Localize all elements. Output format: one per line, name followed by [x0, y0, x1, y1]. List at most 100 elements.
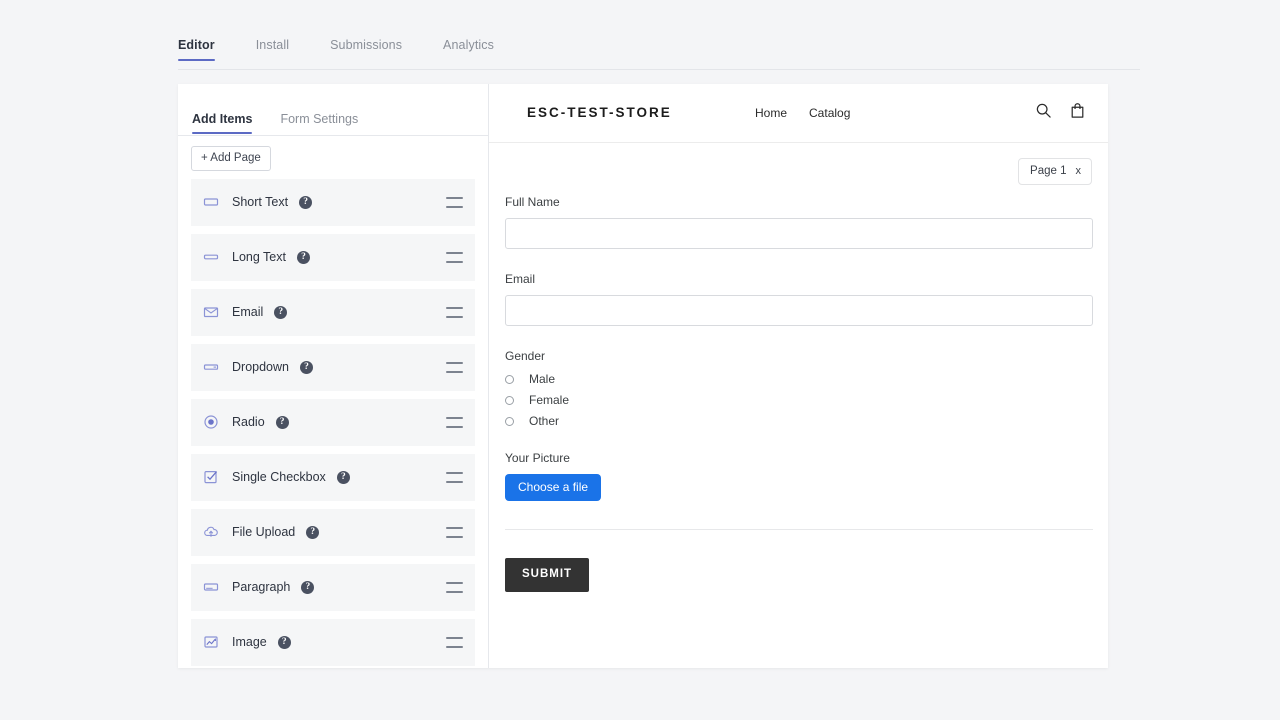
page-tab-page-1[interactable]: Page 1 x: [1018, 158, 1092, 185]
app-tab-analytics-label: Analytics: [443, 38, 494, 52]
radio-label: Female: [529, 393, 569, 407]
help-icon[interactable]: ?: [301, 581, 314, 594]
app-tab-install[interactable]: Install: [256, 38, 289, 61]
drag-handle-icon[interactable]: [446, 197, 463, 208]
drag-handle-icon[interactable]: [446, 527, 463, 538]
radio-label: Male: [529, 372, 555, 386]
gender-label: Gender: [505, 349, 1092, 363]
drag-handle-icon[interactable]: [446, 417, 463, 428]
email-icon: [202, 303, 220, 321]
your-picture-label: Your Picture: [505, 451, 1092, 465]
short-text-icon: [202, 193, 220, 211]
add-page-row: + Add Page: [178, 136, 488, 179]
form-preview: ESC-TEST-STORE Home Catalog Page 1: [489, 84, 1108, 668]
help-icon[interactable]: ?: [306, 526, 319, 539]
paragraph-icon: [202, 578, 220, 596]
form-item-single-checkbox[interactable]: Single Checkbox ?: [191, 454, 475, 501]
app-tab-analytics[interactable]: Analytics: [443, 38, 494, 61]
search-icon[interactable]: [1035, 102, 1052, 124]
drag-handle-icon[interactable]: [446, 472, 463, 483]
page-tab-bar: Page 1 x: [489, 143, 1108, 185]
form-item-image[interactable]: Image ?: [191, 619, 475, 666]
drag-handle-icon[interactable]: [446, 582, 463, 593]
form-item-label: File Upload: [232, 525, 295, 539]
form-item-file-upload[interactable]: File Upload ?: [191, 509, 475, 556]
choose-file-button[interactable]: Choose a file: [505, 474, 601, 501]
radio-option-other[interactable]: Other: [505, 414, 1092, 428]
store-header: ESC-TEST-STORE Home Catalog: [489, 84, 1108, 143]
app-tab-submissions-label: Submissions: [330, 38, 402, 52]
gender-radio-group: Male Female Other: [505, 372, 1092, 428]
full-name-label: Full Name: [505, 195, 1092, 209]
help-icon[interactable]: ?: [299, 196, 312, 209]
form-item-label: Long Text: [232, 250, 286, 264]
help-icon[interactable]: ?: [337, 471, 350, 484]
form-item-label: Single Checkbox: [232, 470, 326, 484]
drag-handle-icon[interactable]: [446, 637, 463, 648]
radio-icon: [505, 375, 514, 384]
radio-label: Other: [529, 414, 559, 428]
form-item-label: Dropdown: [232, 360, 289, 374]
page-tab-label: Page 1: [1030, 165, 1066, 177]
store-nav: Home Catalog: [755, 106, 850, 120]
image-icon: [202, 633, 220, 651]
file-upload-icon: [202, 523, 220, 541]
tab-form-settings[interactable]: Form Settings: [280, 112, 358, 135]
app-tab-editor-label: Editor: [178, 38, 215, 52]
help-icon[interactable]: ?: [274, 306, 287, 319]
shopping-bag-icon[interactable]: [1069, 102, 1086, 124]
full-name-input[interactable]: [505, 218, 1093, 249]
app-tab-install-label: Install: [256, 38, 289, 52]
drag-handle-icon[interactable]: [446, 252, 463, 263]
radio-option-female[interactable]: Female: [505, 393, 1092, 407]
app-tab-bar: Editor Install Submissions Analytics: [178, 38, 1140, 70]
radio-icon: [202, 413, 220, 431]
email-input[interactable]: [505, 295, 1093, 326]
form-items-list: Short Text ? Long Text ?: [178, 179, 488, 668]
main-panel: Add Items Form Settings + Add Page Short…: [178, 84, 1108, 668]
radio-icon: [505, 417, 514, 426]
submit-button[interactable]: SUBMIT: [505, 558, 589, 592]
close-icon[interactable]: x: [1076, 165, 1082, 177]
preview-form: Full Name Email Gender Male: [489, 185, 1108, 668]
help-icon[interactable]: ?: [297, 251, 310, 264]
help-icon[interactable]: ?: [300, 361, 313, 374]
help-icon[interactable]: ?: [278, 636, 291, 649]
form-item-label: Email: [232, 305, 263, 319]
nav-link-home[interactable]: Home: [755, 106, 787, 120]
form-item-label: Short Text: [232, 195, 288, 209]
checkbox-icon: [202, 468, 220, 486]
form-item-email[interactable]: Email ?: [191, 289, 475, 336]
field-gender: Gender Male Female Other: [505, 349, 1092, 428]
form-divider: [505, 529, 1093, 530]
form-item-radio[interactable]: Radio ?: [191, 399, 475, 446]
radio-icon: [505, 396, 514, 405]
nav-link-catalog[interactable]: Catalog: [809, 106, 850, 120]
form-item-label: Image: [232, 635, 267, 649]
dropdown-icon: [202, 358, 220, 376]
editor-sidebar: Add Items Form Settings + Add Page Short…: [178, 84, 489, 668]
field-full-name: Full Name: [505, 195, 1092, 249]
form-item-label: Paragraph: [232, 580, 290, 594]
editor-tab-bar: Add Items Form Settings: [178, 84, 488, 136]
form-item-long-text[interactable]: Long Text ?: [191, 234, 475, 281]
store-logo: ESC-TEST-STORE: [527, 104, 677, 121]
form-item-label: Radio: [232, 415, 265, 429]
field-your-picture: Your Picture Choose a file: [505, 451, 1092, 501]
drag-handle-icon[interactable]: [446, 307, 463, 318]
app-tab-editor[interactable]: Editor: [178, 38, 215, 61]
email-label: Email: [505, 272, 1092, 286]
form-item-dropdown[interactable]: Dropdown ?: [191, 344, 475, 391]
form-item-paragraph[interactable]: Paragraph ?: [191, 564, 475, 611]
add-page-button[interactable]: + Add Page: [191, 146, 271, 171]
app-root: Editor Install Submissions Analytics Add…: [0, 0, 1280, 720]
drag-handle-icon[interactable]: [446, 362, 463, 373]
field-email: Email: [505, 272, 1092, 326]
radio-option-male[interactable]: Male: [505, 372, 1092, 386]
help-icon[interactable]: ?: [276, 416, 289, 429]
tab-form-settings-label: Form Settings: [280, 112, 358, 126]
form-item-short-text[interactable]: Short Text ?: [191, 179, 475, 226]
app-tab-submissions[interactable]: Submissions: [330, 38, 402, 61]
tab-add-items[interactable]: Add Items: [192, 112, 252, 135]
store-header-icons: [1035, 102, 1086, 124]
